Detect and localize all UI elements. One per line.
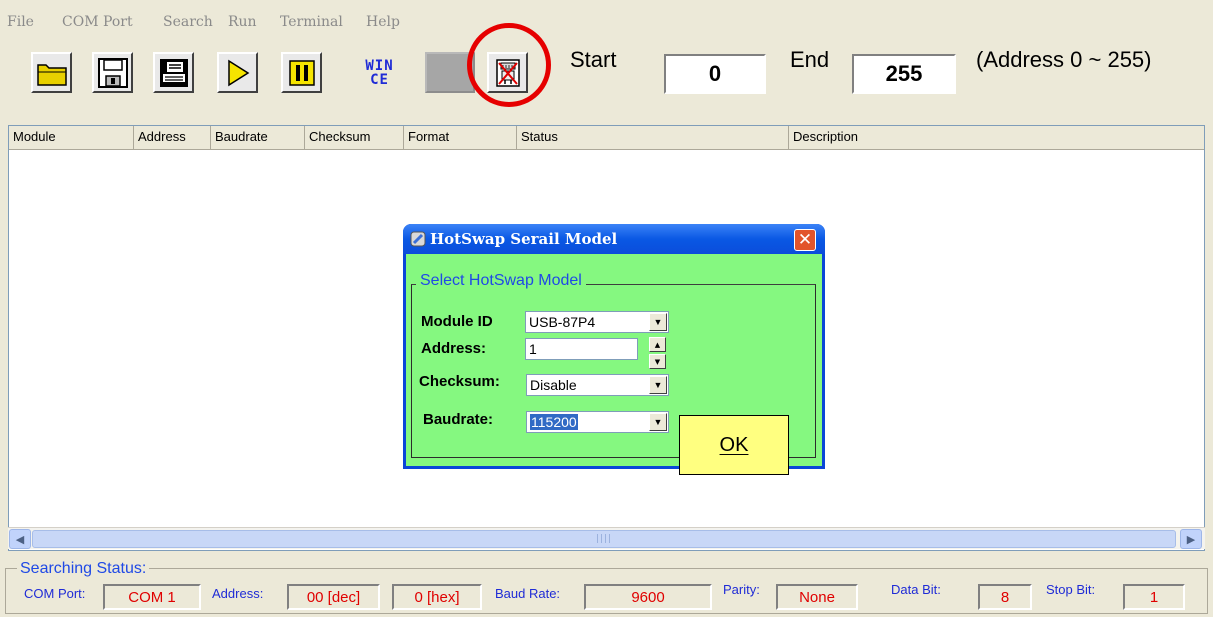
main-window: File COM Port Search Run Terminal Help W… xyxy=(0,0,1213,617)
checksum-label: Checksum: xyxy=(419,373,500,390)
address-value: 1 xyxy=(529,341,537,357)
com-port-label: COM Port: xyxy=(24,586,86,601)
ok-button[interactable]: OK xyxy=(679,415,789,475)
dropdown-arrow-icon: ▼ xyxy=(649,413,667,431)
horizontal-scrollbar[interactable]: ◀ |||| ▶ xyxy=(8,527,1205,549)
dropdown-arrow-icon: ▼ xyxy=(649,376,667,394)
menu-run[interactable]: Run xyxy=(228,14,257,30)
list-header: Module Address Baudrate Checksum Format … xyxy=(9,126,1204,150)
module-id-select[interactable]: USB-87P4 ▼ xyxy=(525,311,669,333)
folder-icon xyxy=(36,63,67,86)
checksum-value: Disable xyxy=(530,377,577,393)
baud-rate-value: 9600 xyxy=(584,584,712,610)
baudrate-value: 115200 xyxy=(530,414,578,430)
close-icon: ✕ xyxy=(797,230,813,250)
column-header-status[interactable]: Status xyxy=(517,126,789,150)
wince-button[interactable]: WIN CE xyxy=(359,52,400,93)
searching-status-title: Searching Status: xyxy=(17,560,150,578)
baudrate-select[interactable]: 115200 ▼ xyxy=(526,411,669,433)
com-port-value: COM 1 xyxy=(103,584,201,610)
print-button[interactable] xyxy=(153,52,194,93)
printer-icon xyxy=(159,58,188,87)
menu-com-port[interactable]: COM Port xyxy=(62,14,133,30)
dialog-title: HotSwap Serail Model xyxy=(430,230,618,248)
column-header-format[interactable]: Format xyxy=(404,126,517,150)
wince-line-2: CE xyxy=(370,71,389,88)
address-status-label: Address: xyxy=(212,586,264,601)
spin-up-icon[interactable]: ▲ xyxy=(649,337,666,352)
dropdown-arrow-icon: ▼ xyxy=(649,313,667,331)
stop-bit-value: 1 xyxy=(1123,584,1185,610)
menu-help[interactable]: Help xyxy=(366,14,400,30)
chevron-left-icon: ◀ xyxy=(15,532,25,546)
chevron-right-icon: ▶ xyxy=(1186,532,1196,546)
menu-bar: File COM Port Search Run Terminal Help xyxy=(0,0,1213,30)
pause-button[interactable] xyxy=(281,52,322,93)
end-address-input[interactable]: 255 xyxy=(852,54,956,94)
scroll-thumb[interactable]: |||| xyxy=(32,530,1176,548)
wince-line-1: WIN xyxy=(365,57,394,74)
baud-rate-label: Baud Rate: xyxy=(495,586,561,601)
toolbar: WIN CE Start 0 End 255 (Address 0 ~ 255) xyxy=(0,38,1213,122)
data-bit-value: 8 xyxy=(978,584,1032,610)
scroll-left-button[interactable]: ◀ xyxy=(9,529,31,549)
address-input[interactable]: 1 xyxy=(525,338,638,360)
address-spinner[interactable]: ▲ ▼ xyxy=(649,337,666,369)
baudrate-label: Baudrate: xyxy=(423,411,494,428)
module-id-label: Module ID xyxy=(421,313,493,330)
menu-file[interactable]: File xyxy=(7,14,34,30)
highlight-circle xyxy=(467,23,551,107)
scroll-right-button[interactable]: ▶ xyxy=(1180,529,1202,549)
pause-icon xyxy=(288,59,315,86)
column-header-description[interactable]: Description xyxy=(789,126,1204,150)
checksum-select[interactable]: Disable ▼ xyxy=(526,374,669,396)
dialog-title-bar[interactable]: HotSwap Serail Model ✕ xyxy=(403,224,825,254)
app-icon xyxy=(410,231,426,247)
parity-value: None xyxy=(776,584,858,610)
floppy-disk-icon xyxy=(97,57,128,88)
address-range-note: (Address 0 ~ 255) xyxy=(976,47,1152,72)
data-bit-label: Data Bit: xyxy=(891,582,941,597)
dialog-close-button[interactable]: ✕ xyxy=(794,229,816,251)
hotswap-dialog: HotSwap Serail Model ✕ Select HotSwap Mo… xyxy=(403,224,825,475)
column-header-checksum[interactable]: Checksum xyxy=(305,126,404,150)
module-id-value: USB-87P4 xyxy=(529,314,596,330)
spin-down-icon[interactable]: ▼ xyxy=(649,354,666,369)
play-icon xyxy=(227,59,249,86)
run-button[interactable] xyxy=(217,52,258,93)
end-label: End xyxy=(790,47,830,72)
save-button[interactable] xyxy=(92,52,133,93)
column-header-address[interactable]: Address xyxy=(134,126,211,150)
wince-icon: WIN CE xyxy=(365,59,393,87)
column-header-baudrate[interactable]: Baudrate xyxy=(211,126,305,150)
menu-search[interactable]: Search xyxy=(163,14,213,30)
address-hex-value: 0 [hex] xyxy=(392,584,482,610)
stop-bit-label: Stop Bit: xyxy=(1046,582,1096,597)
parity-label: Parity: xyxy=(723,582,760,597)
menu-terminal[interactable]: Terminal xyxy=(280,14,343,30)
group-title: Select HotSwap Model xyxy=(416,272,586,290)
column-header-module[interactable]: Module xyxy=(9,126,134,150)
address-dec-value: 00 [dec] xyxy=(287,584,380,610)
scroll-grip: |||| xyxy=(595,534,613,544)
start-address-input[interactable]: 0 xyxy=(664,54,766,94)
open-button[interactable] xyxy=(31,52,72,93)
ok-label: OK xyxy=(719,433,749,456)
address-label: Address: xyxy=(421,340,487,357)
dialog-body: Select HotSwap Model Module ID USB-87P4 … xyxy=(406,254,822,475)
start-label: Start xyxy=(570,47,617,72)
